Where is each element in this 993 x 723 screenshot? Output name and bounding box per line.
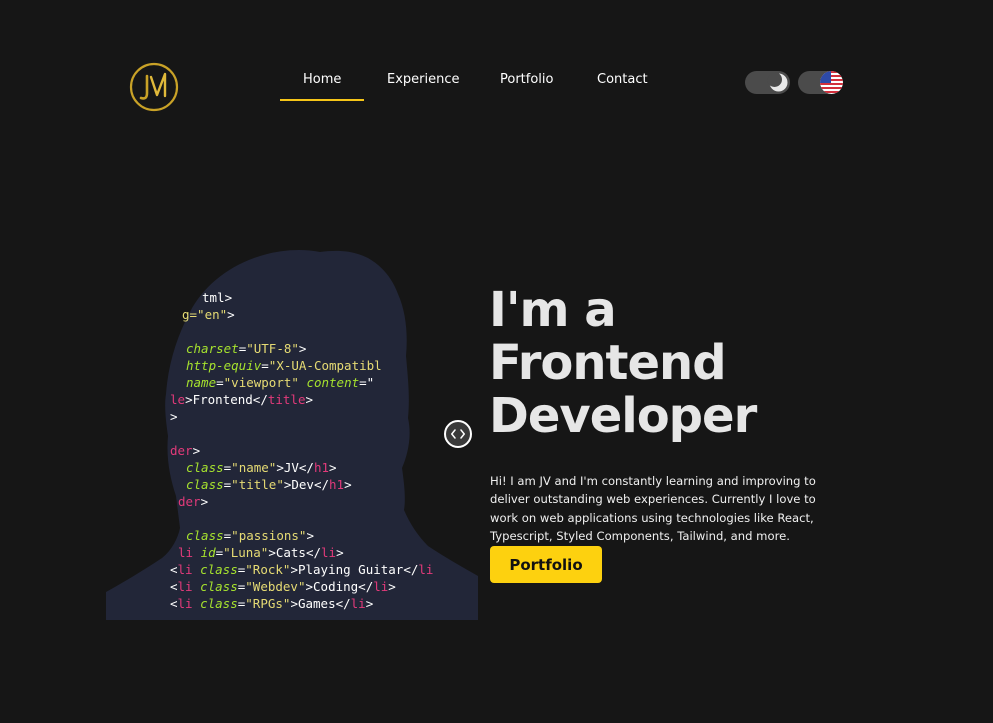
code-line: li id="Luna">Cats</li> [178, 545, 344, 560]
headline-line-2: Frontend [489, 335, 727, 391]
code-line: charset="UTF-8"> [186, 341, 307, 356]
image-compare-handle[interactable] [444, 420, 472, 448]
code-line: <li class="Webdev">Coding</li> [170, 579, 396, 594]
nav-home[interactable]: Home [303, 72, 341, 87]
us-flag-icon [820, 71, 843, 94]
code-line: > [170, 409, 178, 424]
language-toggle[interactable] [798, 71, 843, 94]
code-overlay: tml> g="en"> charset="UTF-8"> http-equiv="X… [106, 246, 478, 620]
theme-toggle[interactable] [745, 71, 790, 94]
nav-experience[interactable]: Experience [387, 72, 460, 87]
code-line: name="viewport" content=" [186, 375, 375, 390]
moon-icon [767, 72, 788, 92]
code-line: <li class="Rock">Playing Guitar</li [170, 562, 434, 577]
code-line: class="name">JV</h1> [186, 460, 337, 475]
nav-contact[interactable]: Contact [597, 72, 648, 87]
code-brackets-icon [451, 429, 465, 439]
portfolio-button[interactable]: Portfolio [490, 546, 602, 583]
nav-portfolio[interactable]: Portfolio [500, 72, 553, 87]
code-line: tml> [202, 290, 233, 305]
code-line: der> [170, 443, 201, 458]
jv-logo[interactable] [129, 62, 179, 112]
code-line: der> [178, 494, 209, 509]
headline-line-1: I'm a [489, 282, 617, 338]
code-line: le>Frontend</title> [170, 392, 314, 407]
code-line: class="title">Dev</h1> [186, 477, 352, 492]
headline-line-3: Developer [489, 388, 757, 444]
code-line: g="en"> [182, 307, 235, 322]
hero-bio: Hi! I am JV and I'm constantly learning … [490, 473, 816, 544]
code-line: http-equiv="X-UA-Compatibl [186, 358, 382, 373]
nav-active-indicator [280, 99, 364, 101]
hero-headline: I'm a Frontend Developer [489, 284, 829, 443]
code-line: class="passions"> [186, 528, 314, 543]
code-line: <li class="RPGs">Games</li> [170, 596, 374, 611]
